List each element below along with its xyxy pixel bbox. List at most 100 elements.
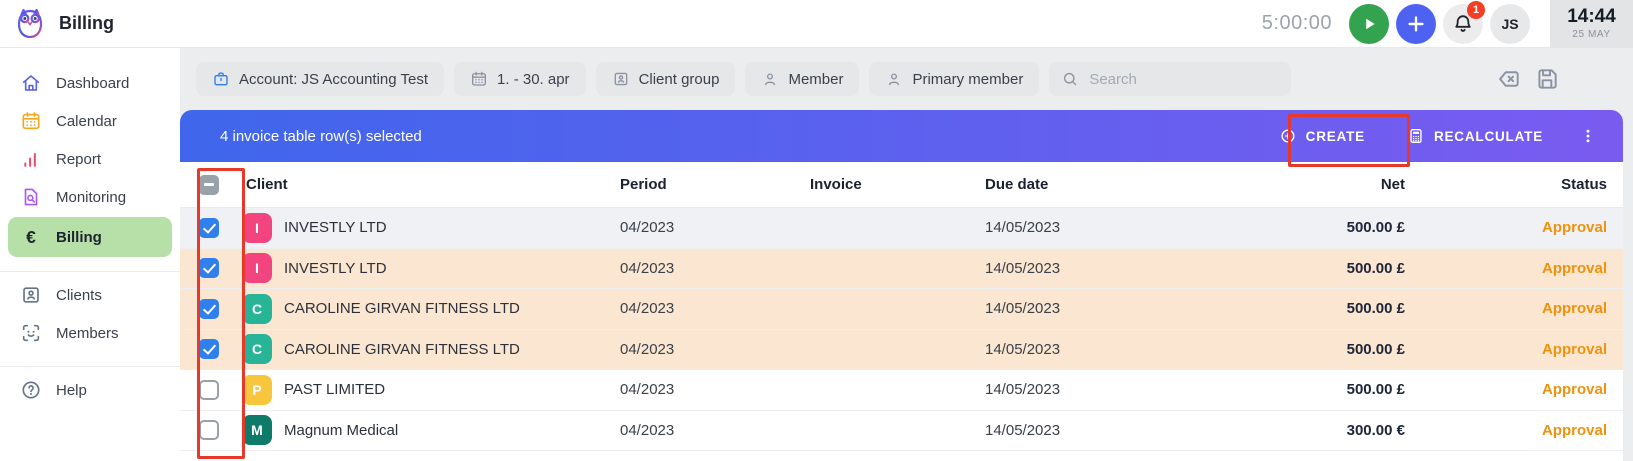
column-header-period[interactable]: Period — [620, 176, 810, 193]
sidebar-divider — [0, 271, 180, 272]
plus-icon — [1408, 15, 1424, 32]
sidebar-item-report[interactable]: Report — [0, 140, 180, 178]
filter-chip-account-js-accounting-test[interactable]: Account: JS Accounting Test — [196, 62, 445, 96]
search-input[interactable] — [1087, 69, 1280, 89]
filter-chip-primary-member[interactable]: Primary member — [869, 62, 1040, 96]
due-date-value: 14/05/2023 — [985, 259, 1061, 277]
add-button[interactable] — [1396, 3, 1436, 44]
filter-chips: Account: JS Accounting Test 1. - 30. apr… — [196, 62, 1040, 96]
more-options-button[interactable] — [1579, 125, 1597, 147]
play-icon — [1366, 18, 1375, 29]
sidebar-divider — [0, 366, 180, 367]
due-date-value: 14/05/2023 — [985, 421, 1061, 439]
search-box — [1049, 62, 1292, 96]
clients-icon — [23, 287, 39, 303]
invoice-table-card: 4 invoice table row(s) selected CREATE R… — [180, 110, 1623, 461]
client-name: CAROLINE GIRVAN FITNESS LTD — [284, 300, 520, 318]
create-button[interactable]: CREATE — [1273, 126, 1371, 146]
help-icon — [22, 381, 40, 399]
euro-icon — [26, 226, 37, 247]
members-icon — [22, 324, 40, 342]
report-icon — [24, 152, 36, 167]
net-value: 500.00 £ — [1346, 300, 1405, 318]
notifications-button[interactable]: 1 — [1443, 0, 1485, 44]
save-icon — [1538, 69, 1557, 89]
row-checkbox[interactable] — [199, 298, 219, 319]
filter-chip-label: Account: JS Accounting Test — [239, 70, 429, 88]
sidebar-item-help[interactable]: Help — [0, 371, 180, 409]
row-checkbox[interactable] — [199, 258, 219, 279]
table-row[interactable]: M Magnum Medical 04/2023 14/05/2023 300.… — [180, 410, 1623, 451]
filter-chip-client-group[interactable]: Client group — [595, 62, 736, 96]
row-checkbox[interactable] — [199, 420, 219, 441]
due-date-value: 14/05/2023 — [985, 340, 1061, 358]
sidebar-item-label: Calendar — [56, 112, 117, 130]
column-header-invoice[interactable]: Invoice — [810, 176, 985, 193]
table-row[interactable]: I INVESTLY LTD 04/2023 14/05/2023 500.00… — [180, 208, 1623, 249]
due-date-value: 14/05/2023 — [985, 219, 1061, 237]
notification-badge: 1 — [1467, 0, 1485, 19]
period-value: 04/2023 — [620, 259, 675, 277]
start-timer-button[interactable] — [1349, 3, 1389, 44]
page-title: Billing — [59, 13, 114, 33]
row-checkbox[interactable] — [199, 217, 219, 238]
filter-chip-label: Member — [788, 70, 844, 88]
briefcase-icon — [214, 72, 228, 86]
sidebar-item-dashboard[interactable]: Dashboard — [0, 64, 180, 102]
client-avatar: C — [242, 293, 272, 324]
home-icon — [22, 75, 40, 91]
status-value: Approval — [1541, 219, 1607, 237]
column-header-due-date[interactable]: Due date — [985, 176, 1265, 193]
sidebar-item-billing[interactable]: Billing — [8, 217, 172, 257]
table-row[interactable]: C CAROLINE GIRVAN FITNESS LTD 04/2023 14… — [180, 289, 1623, 330]
period-value: 04/2023 — [620, 300, 675, 318]
sidebar-item-label: Billing — [56, 228, 102, 246]
net-value: 500.00 £ — [1346, 381, 1405, 399]
filter-chip-1-30-apr[interactable]: 1. - 30. apr — [454, 62, 586, 96]
column-header-net[interactable]: Net — [1265, 176, 1405, 193]
status-value: Approval — [1541, 421, 1607, 439]
clock-time: 14:44 — [1567, 6, 1616, 28]
sidebar-item-label: Report — [56, 150, 102, 168]
row-checkbox[interactable] — [199, 379, 219, 400]
table-row[interactable]: P PAST LIMITED 04/2023 14/05/2023 500.00… — [180, 370, 1623, 411]
recalculate-button[interactable]: RECALCULATE — [1401, 126, 1549, 146]
column-header-status[interactable]: Status — [1405, 176, 1623, 193]
calculator-icon — [1410, 129, 1422, 143]
period-value: 04/2023 — [620, 421, 675, 439]
client-avatar: P — [242, 374, 272, 405]
table-row[interactable]: I INVESTLY LTD 04/2023 14/05/2023 500.00… — [180, 248, 1623, 289]
sidebar-item-calendar[interactable]: Calendar — [0, 102, 180, 140]
recalculate-button-label: RECALCULATE — [1433, 128, 1543, 144]
table-body: I INVESTLY LTD 04/2023 14/05/2023 500.00… — [180, 208, 1623, 451]
net-value: 500.00 £ — [1346, 259, 1405, 277]
period-value: 04/2023 — [620, 381, 675, 399]
sidebar-item-monitoring[interactable]: Monitoring — [0, 178, 180, 216]
sidebar-item-members[interactable]: Members — [0, 314, 180, 352]
filter-chip-label: 1. - 30. apr — [497, 70, 570, 88]
client-name: INVESTLY LTD — [284, 259, 387, 277]
row-checkbox[interactable] — [199, 339, 219, 360]
client-avatar: I — [242, 253, 272, 284]
calendar-icon — [22, 112, 40, 130]
column-header-client[interactable]: Client — [238, 176, 620, 193]
brand: Billing — [0, 6, 114, 42]
save-filter-button[interactable] — [1534, 66, 1560, 92]
client-name: INVESTLY LTD — [284, 219, 387, 237]
monitoring-icon — [24, 188, 38, 206]
filter-chip-member[interactable]: Member — [745, 62, 860, 96]
user-avatar[interactable]: JS — [1490, 3, 1530, 44]
clear-filters-button[interactable] — [1496, 66, 1522, 92]
net-value: 500.00 £ — [1346, 219, 1405, 237]
select-all-checkbox[interactable] — [199, 174, 219, 195]
period-value: 04/2023 — [620, 340, 675, 358]
badge-icon — [614, 72, 627, 86]
sidebar-item-clients[interactable]: Clients — [0, 276, 180, 314]
sidebar-item-label: Dashboard — [56, 74, 130, 92]
owl-logo-icon — [17, 8, 43, 38]
top-right-actions: 5:00:00 1 JS 14:44 25 MAY — [1262, 0, 1633, 48]
table-row[interactable]: C CAROLINE GIRVAN FITNESS LTD 04/2023 14… — [180, 329, 1623, 370]
backspace-icon — [1499, 71, 1519, 87]
client-avatar: C — [242, 334, 272, 365]
main-content: Account: JS Accounting Test 1. - 30. apr… — [180, 48, 1633, 461]
